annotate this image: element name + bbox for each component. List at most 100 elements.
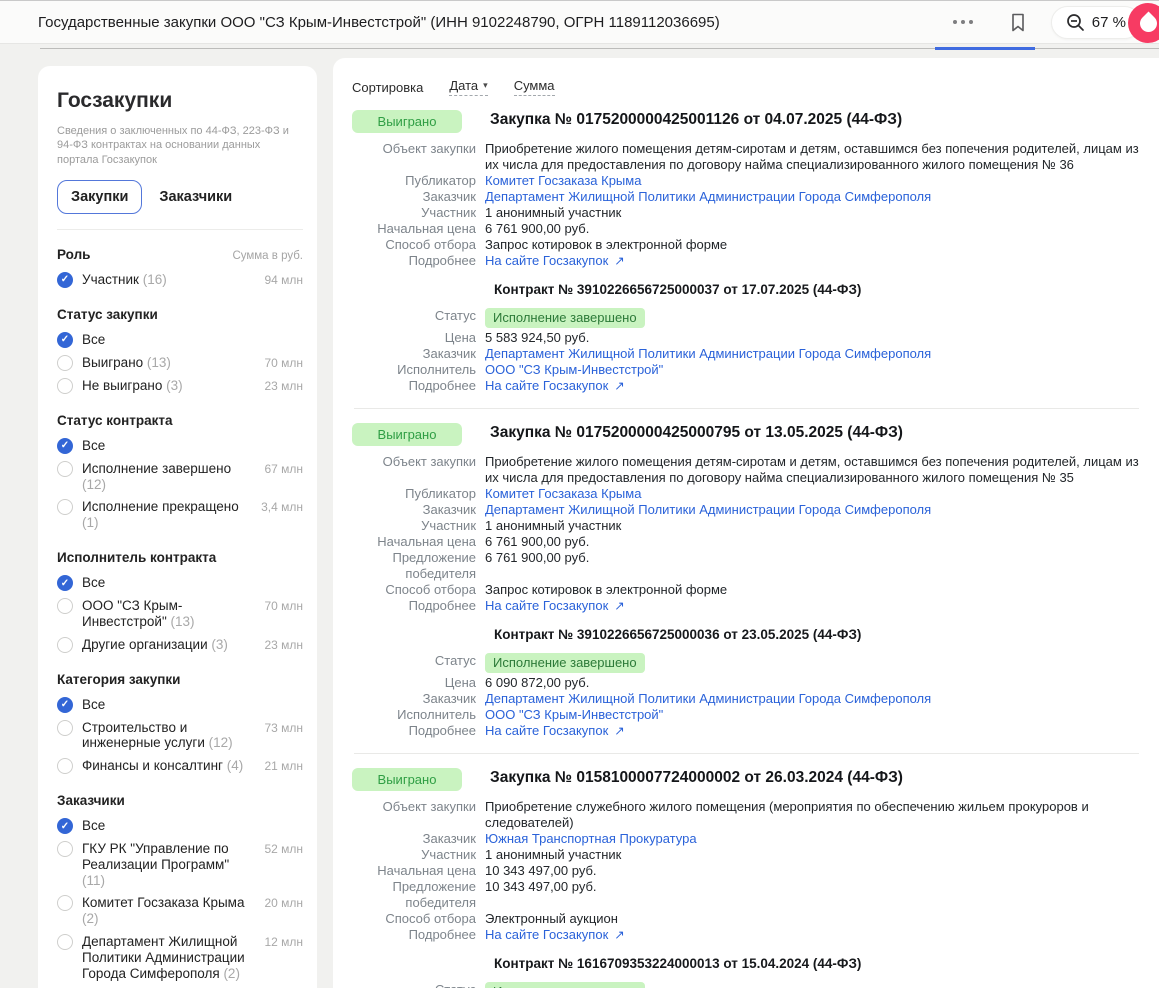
field-value: Исполнение завершено	[485, 308, 1143, 328]
filter-option[interactable]: ООО "СЗ Крым-Инвестстрой" (13)70 млн	[57, 598, 303, 630]
field-link[interactable]: Департамент Жилищной Политики Администра…	[485, 502, 931, 517]
filter-option[interactable]: Все	[57, 438, 303, 454]
field-row: ЗаказчикДепартамент Жилищной Политики Ад…	[352, 691, 1143, 707]
field-link[interactable]: Комитет Госзаказа Крыма	[485, 486, 641, 501]
field-label: Объект закупки	[352, 141, 485, 173]
field-value: Электронный аукцион	[485, 911, 1143, 927]
sort-label: Сортировка	[352, 80, 423, 95]
field-row: ЗаказчикДепартамент Жилищной Политики Ад…	[352, 346, 1143, 362]
filter-option[interactable]: Не выиграно (3)23 млн	[57, 378, 303, 394]
contract-block: Контракт № 1616709353224000013 от 15.04.…	[352, 955, 1143, 988]
filter-option[interactable]: Финансы и консалтинг (4)21 млн	[57, 758, 303, 774]
external-link-icon: ↗	[614, 724, 624, 738]
browser-menu-icon[interactable]	[949, 14, 977, 30]
sum-in-rub-note: Сумма в руб.	[232, 250, 303, 262]
field-link[interactable]: Южная Транспортная Прокуратура	[485, 831, 697, 846]
field-row: ПодробнееНа сайте Госзакупок↗	[352, 723, 1143, 739]
field-value: 10 343 497,00 руб.	[485, 863, 1143, 879]
field-value: Департамент Жилищной Политики Администра…	[485, 691, 1143, 707]
status-badge-cell: Выиграно	[352, 423, 480, 446]
filter-option[interactable]: Комитет Госзаказа Крыма (2)20 млн	[57, 895, 303, 927]
filter-group-head: Статус закупки	[57, 307, 303, 322]
field-link[interactable]: Департамент Жилищной Политики Администра…	[485, 346, 931, 361]
bookmark-icon[interactable]	[1009, 13, 1027, 32]
filter-option-amount: 67 млн	[264, 462, 303, 476]
purchase-title: Закупка № 0175200000425001126 от 04.07.2…	[490, 110, 902, 130]
filter-option[interactable]: Исполнение прекращено (1)3,4 млн	[57, 499, 303, 531]
field-link[interactable]: Комитет Госзаказа Крыма	[485, 173, 641, 188]
sort-by-date[interactable]: Дата ▾	[449, 78, 487, 96]
checkbox-checked-icon	[57, 818, 73, 834]
filter-option-count: (3)	[166, 378, 183, 393]
filter-group-title: Роль	[57, 247, 90, 262]
filter-option-count: (4)	[227, 758, 244, 773]
field-label: Начальная цена	[352, 863, 485, 879]
filter-group-head: Статус контракта	[57, 413, 303, 428]
field-row: Начальная цена6 761 900,00 руб.	[352, 534, 1143, 550]
field-row: ИсполнительООО "СЗ Крым-Инвестстрой"	[352, 362, 1143, 378]
filter-option[interactable]: Строительство и инженерные услуги (12)73…	[57, 720, 303, 752]
checkbox-unchecked-icon	[57, 758, 73, 774]
filter-option[interactable]: Департамент Жилищной Политики Администра…	[57, 934, 303, 981]
field-label: Заказчик	[352, 346, 485, 362]
field-label: Участник	[352, 847, 485, 863]
external-site-link[interactable]: На сайте Госзакупок	[485, 723, 608, 738]
filter-group: Статус контракта Все Исполнение завершено …	[57, 413, 303, 531]
filter-option-label: Все	[82, 438, 303, 454]
field-link[interactable]: Департамент Жилищной Политики Администра…	[485, 189, 931, 204]
field-label: Предложение победителя	[352, 879, 485, 911]
filter-option[interactable]: Все	[57, 697, 303, 713]
scrollbar-thumb[interactable]	[935, 47, 1035, 50]
checkbox-unchecked-icon	[57, 378, 73, 394]
purchase-card: ВыиграноЗакупка № 0175200000425000795 от…	[352, 423, 1143, 739]
filter-option[interactable]: Исполнение завершено (12)67 млн	[57, 461, 303, 493]
tab-purchases[interactable]: Закупки	[57, 180, 142, 214]
external-site-link[interactable]: На сайте Госзакупок	[485, 598, 608, 613]
field-row: СтатусИсполнение завершено	[352, 308, 1143, 328]
filter-option-label: Не выиграно (3)	[82, 378, 255, 394]
assistant-icon[interactable]	[1128, 3, 1159, 43]
filter-option-amount: 73 млн	[264, 721, 303, 735]
field-value: 6 761 900,00 руб.	[485, 221, 1143, 237]
purchase-card: ВыиграноЗакупка № 0175200000425001126 от…	[352, 110, 1143, 394]
horizontal-scrollbar	[40, 48, 1159, 49]
field-row: Способ отбораЗапрос котировок в электрон…	[352, 582, 1143, 598]
filter-option[interactable]: Участник (16)94 млн	[57, 272, 303, 288]
sort-by-sum[interactable]: Сумма	[514, 78, 555, 96]
filter-option-label: Выиграно (13)	[82, 355, 255, 371]
field-link[interactable]: Департамент Жилищной Политики Администра…	[485, 691, 931, 706]
field-value: 1 анонимный участник	[485, 847, 1143, 863]
field-value: На сайте Госзакупок↗	[485, 927, 1143, 943]
field-label: Начальная цена	[352, 221, 485, 237]
filter-option[interactable]: Все	[57, 332, 303, 348]
checkbox-checked-icon	[57, 272, 73, 288]
field-link[interactable]: ООО "СЗ Крым-Инвестстрой"	[485, 362, 663, 377]
field-value: 6 090 872,00 руб.	[485, 675, 1143, 691]
filter-option[interactable]: Выиграно (13)70 млн	[57, 355, 303, 371]
field-label: Предложение победителя	[352, 550, 485, 582]
field-label: Статус	[352, 653, 485, 673]
filter-option[interactable]: ГКУ РК "Управление по Реализации Програм…	[57, 841, 303, 888]
contract-status-badge: Исполнение завершено	[485, 308, 645, 328]
field-row: ЗаказчикДепартамент Жилищной Политики Ад…	[352, 502, 1143, 518]
field-label: Заказчик	[352, 502, 485, 518]
external-site-link[interactable]: На сайте Госзакупок	[485, 927, 608, 942]
filter-option-count: (13)	[147, 355, 171, 370]
field-row: Объект закупкиПриобретение жилого помеще…	[352, 454, 1143, 486]
external-site-link[interactable]: На сайте Госзакупок	[485, 378, 608, 393]
filter-option-label: ООО "СЗ Крым-Инвестстрой" (13)	[82, 598, 255, 630]
filter-option[interactable]: Все	[57, 575, 303, 591]
filter-group: Роль Сумма в руб. Участник (16)94 млн	[57, 247, 303, 288]
external-site-link[interactable]: На сайте Госзакупок	[485, 253, 608, 268]
won-status-badge: Выиграно	[352, 423, 462, 446]
checkbox-unchecked-icon	[57, 461, 73, 477]
field-label: Способ отбора	[352, 582, 485, 598]
filter-option[interactable]: Другие организации (3)23 млн	[57, 637, 303, 653]
filter-option-amount: 20 млн	[264, 896, 303, 910]
field-row: Участник1 анонимный участник	[352, 205, 1143, 221]
field-label: Подробнее	[352, 598, 485, 614]
tab-customers[interactable]: Заказчики	[159, 181, 232, 213]
field-label: Способ отбора	[352, 911, 485, 927]
field-link[interactable]: ООО "СЗ Крым-Инвестстрой"	[485, 707, 663, 722]
filter-option[interactable]: Все	[57, 818, 303, 834]
